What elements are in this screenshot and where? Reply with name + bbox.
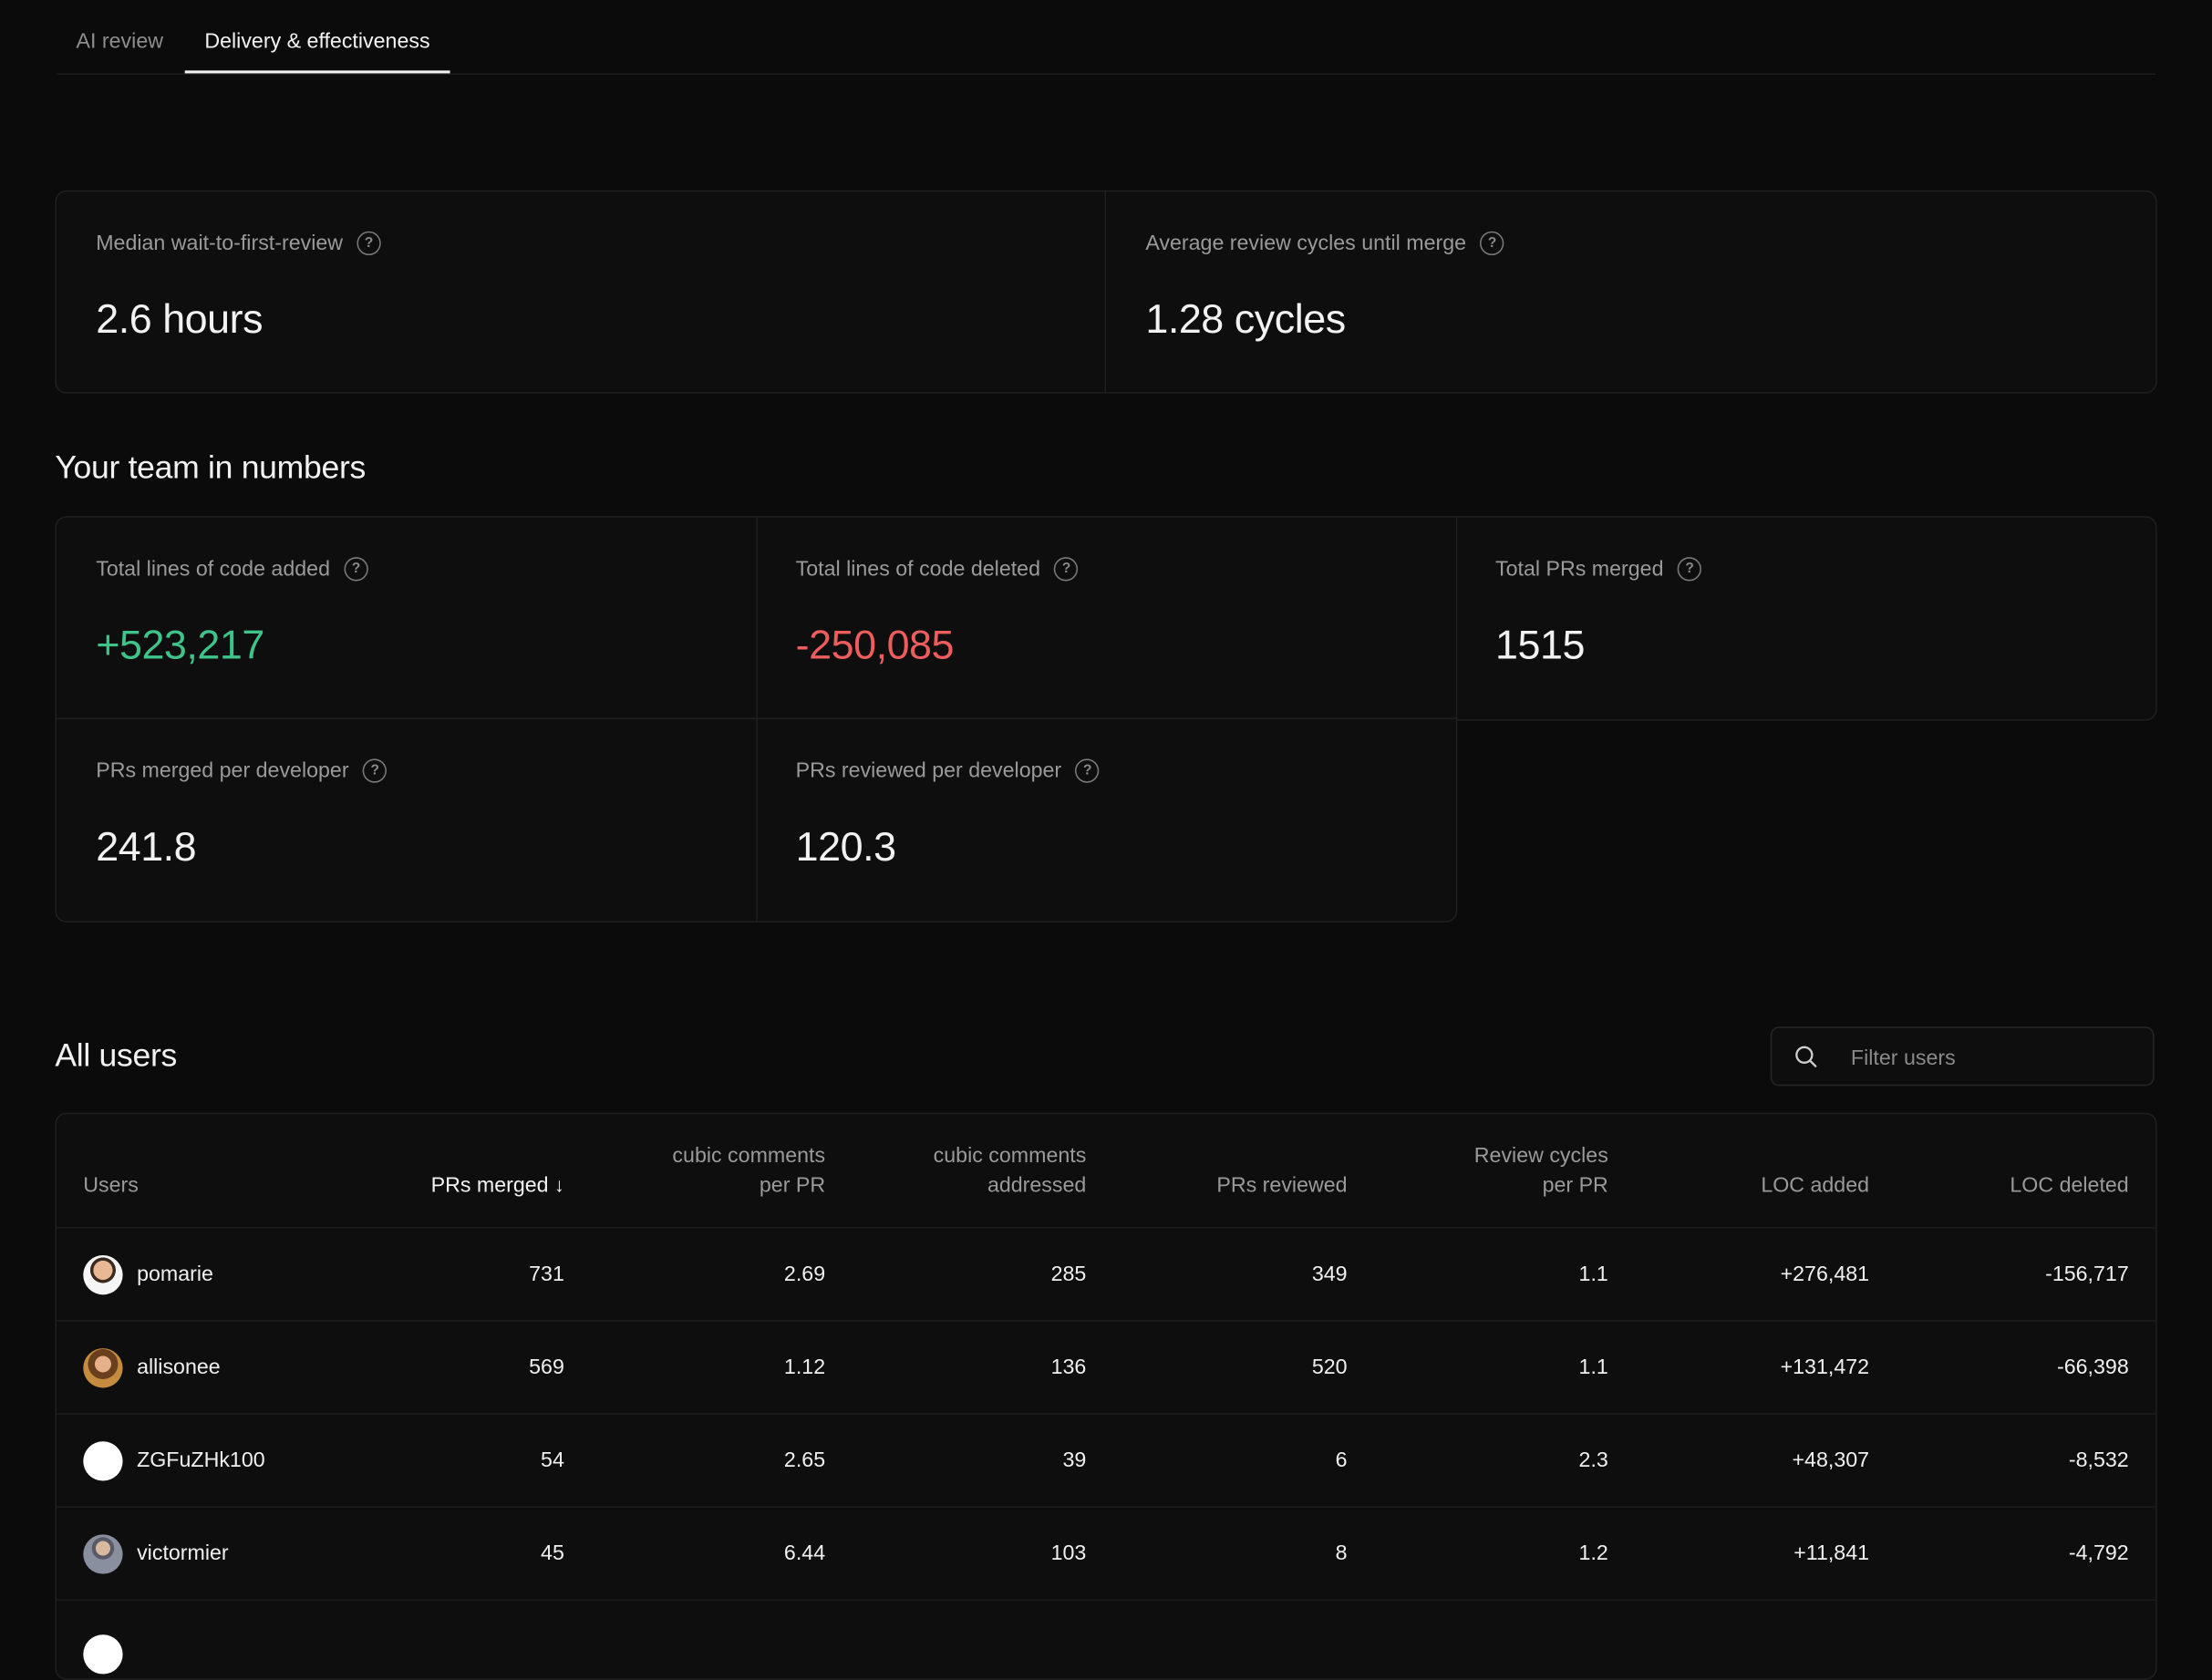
cell-review-cycles: 1.2 (1578, 1541, 1608, 1566)
merged-per-developer-metric: PRs merged per developer ? 241.8 (57, 719, 756, 921)
avatar (83, 1441, 123, 1481)
cell-loc-added: +276,481 (1780, 1262, 1870, 1287)
cell-review-cycles: 1.1 (1578, 1262, 1608, 1287)
question-circle-icon[interactable]: ? (363, 758, 388, 783)
cell-comments-per-pr: 6.44 (783, 1541, 826, 1566)
team-metrics-row-2: PRs merged per developer ? 241.8 PRs rev… (55, 717, 1458, 922)
metric-value: -250,085 (795, 623, 955, 669)
cell-prs-merged: 45 (541, 1541, 564, 1566)
cell-loc-added: +48,307 (1792, 1448, 1870, 1473)
metric-value: 120.3 (795, 825, 896, 871)
team-metrics-row-1: Total lines of code added ? +523,217 Tot… (55, 516, 2157, 721)
cell-loc-added: +11,841 (1793, 1541, 1870, 1566)
column-header-users[interactable]: Users (83, 1114, 309, 1227)
team-section-title: Your team in numbers (55, 448, 366, 486)
question-circle-icon[interactable]: ? (1677, 557, 1702, 582)
cell-loc-deleted: -4,792 (2068, 1541, 2129, 1566)
cell-prs-merged: 731 (529, 1262, 564, 1287)
cell-prs-reviewed: 520 (1311, 1355, 1348, 1380)
avatar (83, 1634, 123, 1675)
username[interactable]: victormier (137, 1508, 229, 1601)
cell-review-cycles: 1.1 (1578, 1355, 1608, 1380)
avatar (83, 1348, 123, 1388)
metric-label: Total lines of code deleted (795, 557, 1040, 582)
avatar (83, 1534, 123, 1574)
username[interactable]: ZGFuZHk100 (137, 1415, 265, 1508)
question-circle-icon[interactable]: ? (1480, 231, 1504, 256)
review-cycles-metric: Average review cycles until merge ? 1.28… (1106, 191, 2155, 392)
loc-deleted-metric: Total lines of code deleted ? -250,085 (756, 518, 1455, 719)
table-row[interactable]: ZGFuZHk100 54 2.65 39 6 2.3 +48,307 -8,5… (56, 1413, 2156, 1508)
column-header-comments-per-pr[interactable]: cubic comments per PR (600, 1114, 825, 1227)
metric-value: 1515 (1495, 623, 1586, 669)
metric-value: 1.28 cycles (1145, 297, 1346, 343)
table-row[interactable]: victormier 45 6.44 103 8 1.2 +11,841 -4,… (56, 1506, 2156, 1601)
cell-loc-deleted: -66,398 (2057, 1355, 2129, 1380)
avatar (83, 1255, 123, 1295)
metric-label: Total lines of code added (96, 557, 330, 582)
cell-comments-addressed: 103 (1050, 1541, 1087, 1566)
summary-card: Median wait-to-first-review ? 2.6 hours … (55, 190, 2157, 394)
users-table: Users PRs merged ↓ cubic comments per PR … (55, 1112, 2157, 1680)
reviewed-per-developer-metric: PRs reviewed per developer ? 120.3 (756, 719, 1455, 921)
question-circle-icon[interactable]: ? (1054, 557, 1079, 582)
column-header-review-cycles[interactable]: Review cycles per PR (1382, 1114, 1608, 1227)
cell-comments-addressed: 39 (1062, 1448, 1087, 1473)
loc-added-metric: Total lines of code added ? +523,217 (57, 518, 756, 719)
metric-label: Average review cycles until merge (1145, 231, 1467, 256)
cell-prs-reviewed: 349 (1311, 1262, 1348, 1287)
metric-value: 2.6 hours (96, 297, 264, 343)
cell-comments-per-pr: 2.65 (783, 1448, 826, 1473)
cell-comments-addressed: 136 (1050, 1355, 1087, 1380)
table-row[interactable]: allisonee 569 1.12 136 520 1.1 +131,472 … (56, 1320, 2156, 1415)
metric-value: +523,217 (96, 623, 264, 669)
cell-comments-addressed: 285 (1050, 1262, 1087, 1287)
delivery-page: AI review Delivery & effectiveness Media… (0, 0, 2212, 1680)
cell-prs-merged: 569 (529, 1355, 564, 1380)
metric-label: Median wait-to-first-review (96, 231, 344, 256)
table-row[interactable]: pomarie 731 2.69 285 349 1.1 +276,481 -1… (56, 1227, 2156, 1322)
cell-loc-deleted: -8,532 (2068, 1448, 2129, 1473)
cell-prs-reviewed: 6 (1335, 1448, 1348, 1473)
metric-label: Total PRs merged (1495, 557, 1664, 582)
question-circle-icon[interactable]: ? (1075, 758, 1100, 783)
arrow-down-icon: ↓ (554, 1173, 564, 1197)
prs-merged-metric: Total PRs merged ? 1515 (1456, 518, 2155, 719)
column-header-prs-merged[interactable]: PRs merged ↓ (338, 1114, 564, 1227)
cell-loc-deleted: -156,717 (2045, 1262, 2129, 1287)
filter-users-input[interactable] (1847, 1027, 2136, 1087)
cell-prs-reviewed: 8 (1335, 1541, 1348, 1566)
cell-comments-per-pr: 2.69 (783, 1262, 826, 1287)
tab-bar: AI review Delivery & effectiveness (56, 0, 2156, 76)
metric-label: PRs merged per developer (96, 758, 349, 783)
cell-prs-merged: 54 (541, 1448, 564, 1473)
cell-loc-added: +131,472 (1780, 1355, 1870, 1380)
wait-to-first-review-metric: Median wait-to-first-review ? 2.6 hours (57, 191, 1106, 392)
metric-label: PRs reviewed per developer (795, 758, 1062, 783)
column-header-loc-deleted[interactable]: LOC deleted (1903, 1114, 2128, 1227)
all-users-title: All users (55, 1036, 178, 1074)
column-header-prs-reviewed[interactable]: PRs reviewed (1122, 1114, 1347, 1227)
column-header-loc-added[interactable]: LOC added (1643, 1114, 1869, 1227)
table-row[interactable] (56, 1599, 2156, 1679)
filter-users-box (1770, 1026, 2155, 1087)
tab-ai-review[interactable]: AI review (57, 28, 183, 74)
question-circle-icon[interactable]: ? (344, 557, 368, 582)
column-header-comments-addressed[interactable]: cubic comments addressed (861, 1114, 1087, 1227)
metric-value: 241.8 (96, 825, 197, 871)
username[interactable]: allisonee (137, 1322, 221, 1415)
cell-review-cycles: 2.3 (1578, 1448, 1608, 1473)
username[interactable]: pomarie (137, 1229, 213, 1322)
tab-delivery-effectiveness[interactable]: Delivery & effectiveness (184, 28, 450, 74)
question-circle-icon[interactable]: ? (357, 231, 381, 256)
search-icon (1795, 1046, 1817, 1067)
cell-comments-per-pr: 1.12 (783, 1355, 826, 1380)
